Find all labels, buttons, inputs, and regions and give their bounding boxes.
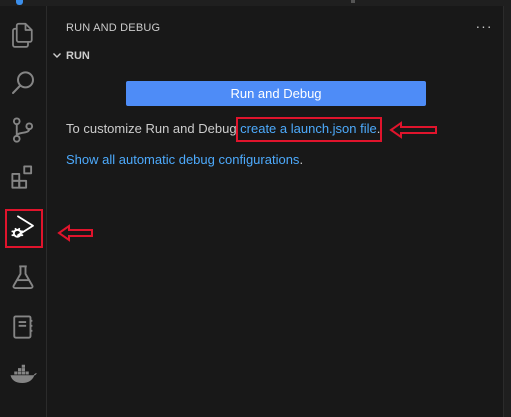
show-all-configurations-link[interactable]: Show all automatic debug configurations xyxy=(66,152,299,167)
launch-json-arrow-icon xyxy=(389,121,437,139)
run-debug-arrow-icon xyxy=(57,224,93,242)
run-debug-sidebar: RUN AND DEBUG ··· RUN Run and Debug To c… xyxy=(47,6,503,417)
search-icon[interactable] xyxy=(0,60,46,106)
show-all-configurations-line: Show all automatic debug configurations. xyxy=(66,152,303,167)
app-logo-icon xyxy=(16,0,23,5)
testing-icon[interactable] xyxy=(0,254,46,300)
launch-json-highlight-box xyxy=(236,117,382,142)
view-title: RUN AND DEBUG xyxy=(66,22,161,34)
source-control-icon[interactable] xyxy=(0,107,46,153)
show-all-suffix: . xyxy=(299,152,304,167)
run-section-label: RUN xyxy=(66,50,90,62)
vscode-window: RUN AND DEBUG ··· RUN Run and Debug To c… xyxy=(0,0,511,417)
extensions-icon[interactable] xyxy=(0,154,46,200)
title-bar-fragment-mark xyxy=(351,0,355,3)
editor-edge xyxy=(503,6,511,417)
run-and-debug-button[interactable]: Run and Debug xyxy=(126,81,426,106)
docker-icon[interactable] xyxy=(0,351,46,397)
explorer-icon[interactable] xyxy=(0,12,46,58)
run-debug-highlight-box xyxy=(5,209,43,248)
notebook-icon[interactable] xyxy=(0,304,46,350)
customize-prefix: To customize Run and Debug xyxy=(66,121,241,136)
chevron-down-icon xyxy=(53,53,61,58)
more-actions-button[interactable]: ··· xyxy=(473,18,495,36)
